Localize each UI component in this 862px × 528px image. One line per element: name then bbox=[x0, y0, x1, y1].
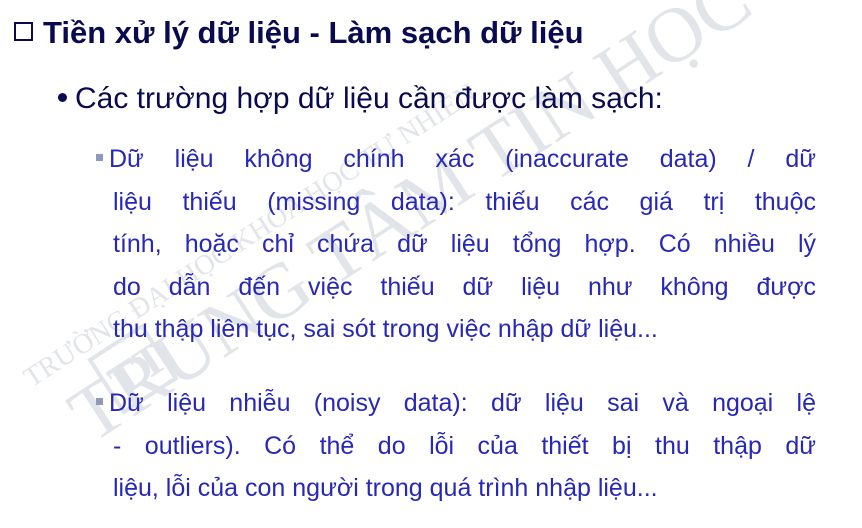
list-item-line: liệu thiếu (missing data): thiếu các giá… bbox=[113, 187, 816, 216]
list-item-line: do dẫn đến việc thiếu dữ liệu như không … bbox=[113, 272, 816, 301]
list-item: Dữ liệu nhiễu (noisy data): dữ liệu sai … bbox=[96, 382, 816, 510]
list-item-line: liệu, lỗi của con người trong quá trình … bbox=[113, 474, 658, 502]
level1-bullet: Các trường hợp dữ liệu cần được làm sạch… bbox=[58, 80, 663, 118]
square-bullet-icon bbox=[96, 153, 103, 161]
level1-text: Các trường hợp dữ liệu cần được làm sạch… bbox=[75, 82, 663, 115]
slide-title-text: Tiền xử lý dữ liệu - Làm sạch dữ liệu bbox=[43, 15, 584, 50]
list-item-line: Dữ liệu không chính xác (inaccurate data… bbox=[96, 138, 816, 181]
checkbox-bullet-icon bbox=[14, 22, 33, 42]
list-item-line: thu thập liên tục, sai sót trong việc nh… bbox=[113, 315, 658, 343]
list-item-line: tính, hoặc chỉ chứa dữ liệu tổng hợp. Có… bbox=[113, 230, 816, 258]
slide-title: Tiền xử lý dữ liệu - Làm sạch dữ liệu bbox=[14, 14, 584, 52]
list-item-line: - outliers). Có thể do lỗi của thiết bị … bbox=[113, 431, 816, 460]
list-item: Dữ liệu không chính xác (inaccurate data… bbox=[96, 138, 816, 351]
dot-bullet-icon bbox=[58, 92, 67, 102]
slide: TRƯỜNG ĐẠI HỌC KHOA HỌC TỰ NHIÊN TRUNG T… bbox=[0, 0, 862, 528]
square-bullet-icon bbox=[96, 397, 103, 405]
list-item-line: Dữ liệu nhiễu (noisy data): dữ liệu sai … bbox=[96, 382, 816, 425]
